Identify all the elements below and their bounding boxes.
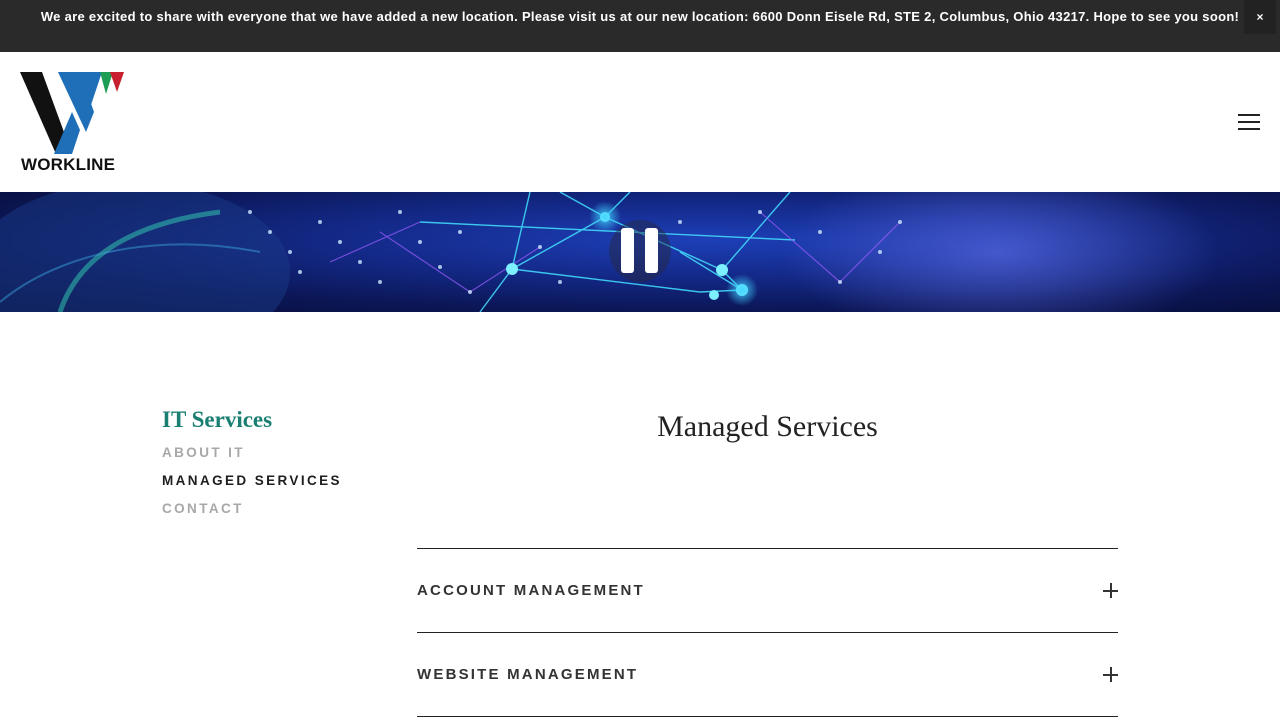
accordion-label: WEBSITE MANAGEMENT (417, 666, 639, 683)
pause-icon[interactable] (609, 220, 671, 282)
services-accordion: ACCOUNT MANAGEMENT WEBSITE MANAGEMENT (417, 548, 1118, 717)
accordion-item-account-management[interactable]: ACCOUNT MANAGEMENT (417, 548, 1118, 632)
site-header: WORKLINE (0, 52, 1280, 192)
plus-icon[interactable] (1103, 583, 1118, 598)
hamburger-menu-icon[interactable] (1238, 113, 1260, 131)
logo-mark-icon (20, 72, 124, 154)
announcement-bar: We are excited to share with everyone th… (0, 0, 1280, 52)
sidebar-nav: ABOUT IT MANAGED SERVICES CONTACT (162, 439, 342, 523)
close-announcement-button[interactable]: × (1244, 0, 1276, 34)
sidebar-item-about-it[interactable]: ABOUT IT (162, 439, 342, 467)
announcement-text: We are excited to share with everyone th… (40, 9, 1240, 24)
page-title: Managed Services (657, 410, 878, 443)
sidebar-title[interactable]: IT Services (162, 405, 342, 435)
logo-wordmark: WORKLINE (21, 155, 116, 174)
section-sidebar: IT Services ABOUT IT MANAGED SERVICES CO… (162, 405, 342, 523)
accordion-label: ACCOUNT MANAGEMENT (417, 582, 645, 599)
sidebar-item-contact[interactable]: CONTACT (162, 495, 342, 523)
plus-icon[interactable] (1103, 667, 1118, 682)
sidebar-item-managed-services[interactable]: MANAGED SERVICES (162, 467, 342, 495)
accordion-item-website-management[interactable]: WEBSITE MANAGEMENT (417, 632, 1118, 717)
workline-logo[interactable]: WORKLINE (20, 72, 126, 174)
